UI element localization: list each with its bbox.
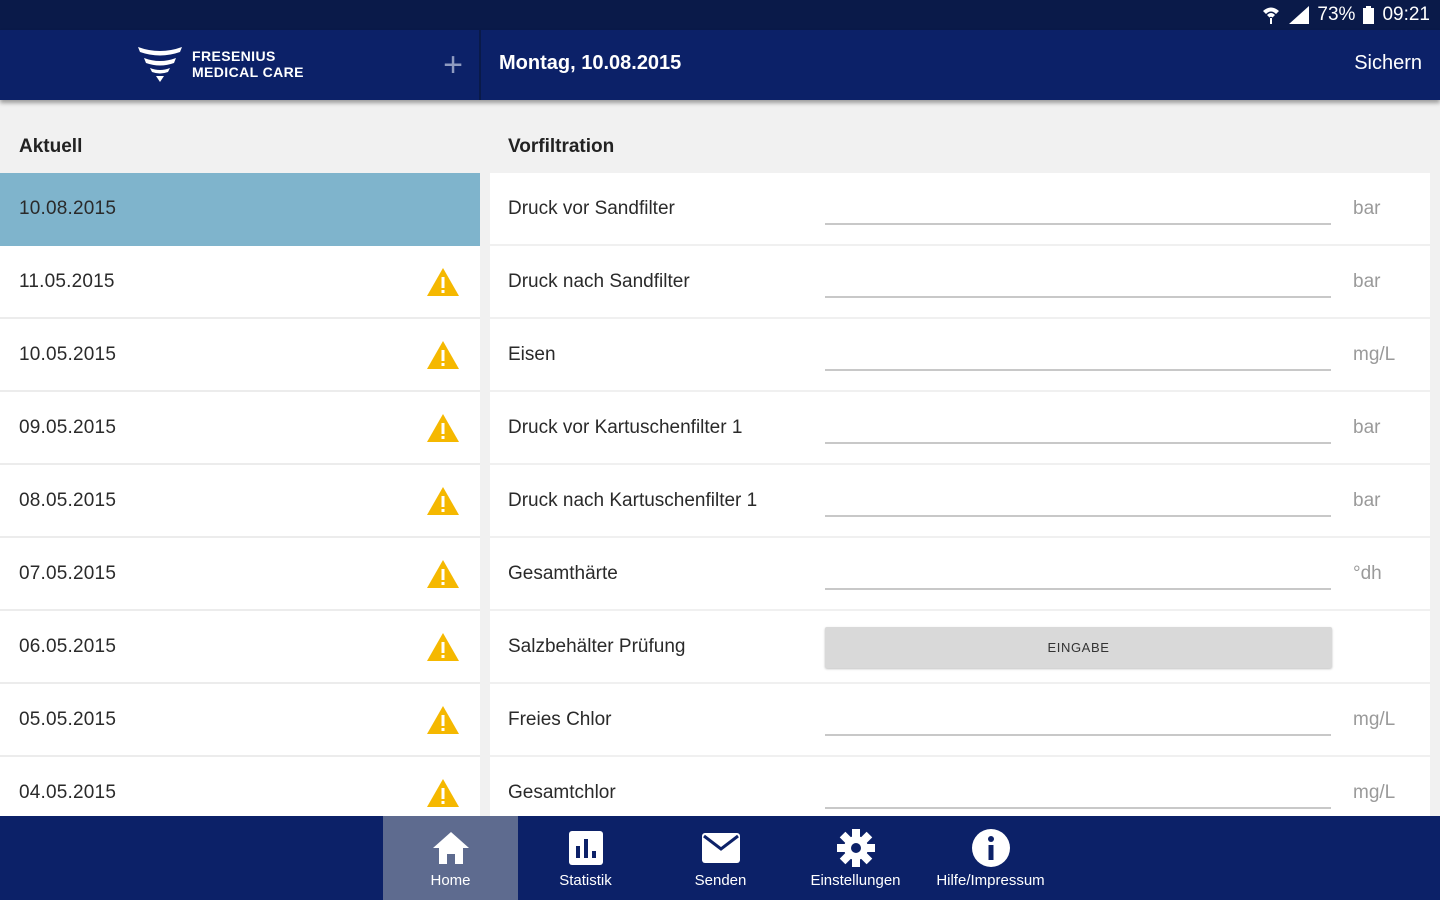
form-field-row: Druck nach Kartuschenfilter 1 bar (490, 465, 1430, 538)
measurement-input[interactable] (825, 430, 1331, 444)
form-field-label: Druck vor Kartuschenfilter 1 (508, 417, 743, 438)
measurement-input[interactable] (825, 576, 1331, 590)
date-list-item[interactable]: 11.05.2015 (0, 246, 480, 319)
date-list-item[interactable]: 07.05.2015 (0, 538, 480, 611)
form-field-row: Druck vor Sandfilter bar (490, 173, 1430, 246)
date-list-item-label: 07.05.2015 (19, 562, 117, 584)
form-field-row: Gesamthärte °dh (490, 538, 1430, 611)
measurement-input[interactable] (825, 211, 1331, 225)
eingabe-button[interactable]: EINGABE (825, 627, 1332, 668)
form-field-row: Eisen mg/L (490, 319, 1430, 392)
measurement-input[interactable] (825, 722, 1331, 736)
date-list-item-label: 09.05.2015 (19, 416, 117, 438)
nav-item-label: Hilfe/Impressum (936, 872, 1045, 889)
status-bar: 73% 09:21 (0, 0, 1440, 30)
warning-icon (427, 779, 459, 807)
form-field-row: Salzbehälter Prüfung EINGABE (490, 611, 1430, 684)
signal-icon (1289, 6, 1310, 24)
warning-icon (427, 341, 459, 369)
gear-icon (836, 828, 876, 868)
nav-item-home[interactable]: Home (383, 816, 518, 900)
date-list-item-label: 08.05.2015 (19, 489, 117, 511)
form-field-label: Gesamthärte (508, 563, 618, 584)
measurement-input[interactable] (825, 795, 1331, 809)
form-field-label: Druck nach Sandfilter (508, 271, 690, 292)
battery-icon (1363, 6, 1375, 24)
add-entry-button[interactable]: + (436, 48, 470, 82)
measurement-input[interactable] (825, 503, 1331, 517)
mail-icon (701, 828, 741, 868)
date-list: 10.08.2015 11.05.2015 10.05.2015 09.05.2015… (0, 173, 480, 816)
logo-line-2: MEDICAL CARE (192, 64, 304, 80)
wifi-icon (1261, 5, 1281, 25)
date-list-item-label: 06.05.2015 (19, 635, 117, 657)
warning-icon (427, 414, 459, 442)
form-field-label: Gesamtchlor (508, 782, 616, 803)
form-field-row: Druck nach Sandfilter bar (490, 246, 1430, 319)
form-field-row: Gesamtchlor mg/L (490, 757, 1430, 816)
save-button[interactable]: Sichern (1354, 52, 1422, 75)
date-list-panel: Aktuell 10.08.2015 11.05.2015 10.05.2015 09… (0, 100, 480, 816)
nav-item-statistik[interactable]: Statistik (518, 816, 653, 900)
measurement-input[interactable] (825, 284, 1331, 298)
form-panel: Vorfiltration Druck vor Sandfilter bar Dru… (481, 100, 1440, 816)
app-header: FRESENIUS MEDICAL CARE + Montag, 10.08.2… (0, 30, 1440, 100)
section-title-current: Aktuell (19, 136, 83, 157)
nav-item-senden[interactable]: Senden (653, 816, 788, 900)
form-field-label: Salzbehälter Prüfung (508, 636, 686, 657)
date-list-item[interactable]: 05.05.2015 (0, 684, 480, 757)
date-list-item[interactable]: 06.05.2015 (0, 611, 480, 684)
warning-icon (427, 560, 459, 588)
current-date-title: Montag, 10.08.2015 (499, 52, 682, 74)
unit-label: mg/L (1353, 344, 1396, 365)
nav-item-label: Senden (694, 872, 747, 889)
measurement-input[interactable] (825, 357, 1331, 371)
date-list-item[interactable]: 10.05.2015 (0, 319, 480, 392)
header-left: FRESENIUS MEDICAL CARE + (0, 30, 479, 100)
fresenius-logo: FRESENIUS MEDICAL CARE (136, 45, 304, 83)
form-field-row: Freies Chlor mg/L (490, 684, 1430, 757)
unit-label: bar (1353, 490, 1381, 511)
warning-icon (427, 487, 459, 515)
date-list-item-label: 05.05.2015 (19, 708, 117, 730)
field-list: Druck vor Sandfilter bar Druck nach Sandfi… (490, 173, 1430, 816)
nav-item-label: Einstellungen (810, 872, 901, 889)
battery-percent: 73% (1317, 4, 1356, 25)
nav-item-hilfe-impressum[interactable]: Hilfe/Impressum (923, 816, 1058, 900)
warning-icon (427, 706, 459, 734)
unit-label: bar (1353, 198, 1381, 219)
date-list-item[interactable]: 04.05.2015 (0, 757, 480, 816)
form-field-row: Druck vor Kartuschenfilter 1 bar (490, 392, 1430, 465)
unit-label: °dh (1353, 563, 1382, 584)
warning-icon (427, 633, 459, 661)
date-list-item[interactable]: 10.08.2015 (0, 173, 480, 246)
nav-item-einstellungen[interactable]: Einstellungen (788, 816, 923, 900)
warning-icon (427, 268, 459, 296)
date-list-item-label: 10.05.2015 (19, 343, 117, 365)
section-title-prefiltration: Vorfiltration (508, 136, 615, 157)
date-list-item-label: 11.05.2015 (19, 270, 115, 292)
form-field-label: Druck vor Sandfilter (508, 198, 675, 219)
date-list-item-label: 10.08.2015 (19, 197, 117, 219)
form-field-label: Freies Chlor (508, 709, 612, 730)
form-field-label: Druck nach Kartuschenfilter 1 (508, 490, 758, 511)
unit-label: mg/L (1353, 709, 1396, 730)
date-list-item[interactable]: 09.05.2015 (0, 392, 480, 465)
unit-label: bar (1353, 417, 1381, 438)
logo-icon (138, 47, 182, 82)
nav-item-label: Statistik (559, 872, 612, 889)
form-field-label: Eisen (508, 344, 556, 365)
header-divider (479, 30, 481, 100)
chart-icon (568, 828, 604, 868)
home-icon (432, 828, 470, 868)
unit-label: bar (1353, 271, 1381, 292)
logo-line-1: FRESENIUS (192, 48, 276, 64)
date-list-item-label: 04.05.2015 (19, 781, 117, 803)
info-icon (971, 828, 1011, 868)
unit-label: mg/L (1353, 782, 1396, 803)
clock: 09:21 (1382, 4, 1430, 25)
bottom-navigation: Home Statistik Senden Einstellungen Hilfe/Im… (0, 816, 1440, 900)
date-list-item[interactable]: 08.05.2015 (0, 465, 480, 538)
nav-item-label: Home (430, 872, 471, 889)
